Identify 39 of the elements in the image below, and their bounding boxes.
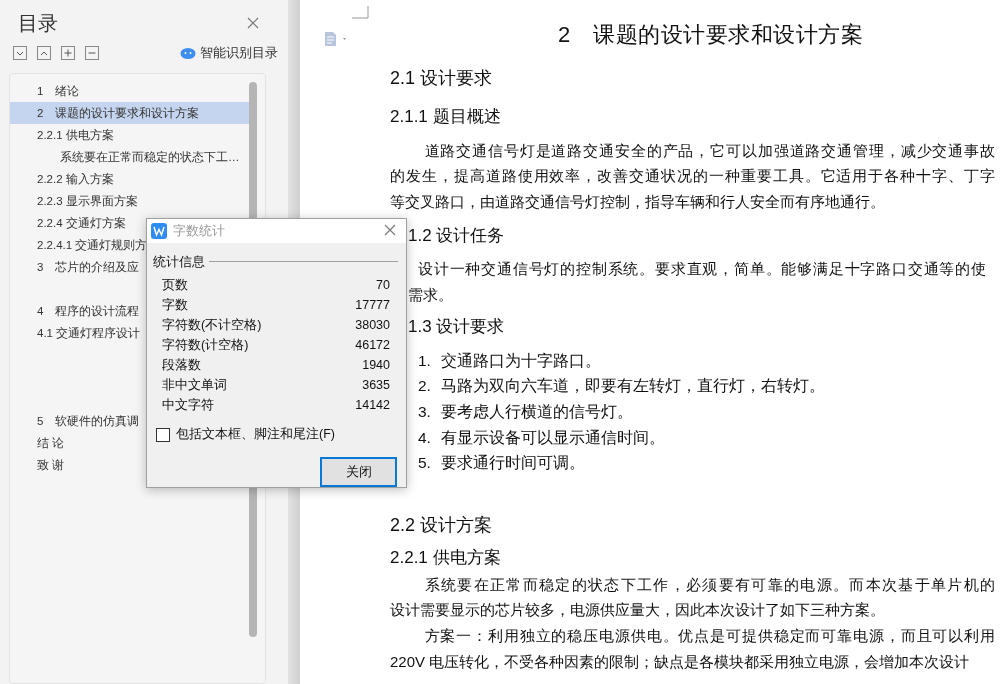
stat-label: 中文字符 (162, 397, 214, 415)
panel-title: 目录 (17, 11, 58, 36)
stat-value: 3635 (362, 377, 390, 395)
list-item-text: 交通路口为十字路口。 (440, 350, 601, 371)
list-number: 1. (418, 350, 431, 371)
stat-value: 17777 (355, 297, 390, 315)
list-item-text: 马路为双向六车道，即要有左转灯，直行灯，右转灯。 (440, 376, 825, 397)
list-item-text: 要求通行时间可调。 (440, 453, 585, 474)
stat-value: 70 (376, 277, 390, 295)
stat-value: 38030 (355, 317, 390, 335)
paragraph: 系统要在正常而稳定的状态下工作，必须要有可靠的电源。而本次基于单片机的 设计需要显示的芯片较多，电源供应量大，因此本次设计了如下三种方案。 (390, 574, 995, 621)
stat-value: 46172 (355, 337, 390, 355)
paragraph: 道路交通信号灯是道路交通安全的产品，它可以加强道路交通管理，减少交通事故 的发生，提高道路使用效率，改善交通状况的一种重要工具。它适用于各种十字、丁字 等交叉路口，由道路交通信号灯控制，指导车辆和行人安全而有序地通行。 (390, 140, 995, 212)
stat-label: 段落数 (162, 357, 201, 375)
subsection-heading: 2.2.1 供电方案 (390, 547, 502, 570)
subsection-heading: 1.2 设计任务 (408, 224, 506, 247)
subsection-heading: 1.3 设计要求 (408, 316, 506, 339)
list-number: 2. (418, 376, 431, 397)
stat-value: 1940 (362, 357, 390, 375)
stat-label: 字符数(不计空格) (162, 317, 262, 335)
stat-label: 字数 (162, 297, 188, 315)
list-number: 5. (418, 453, 431, 474)
stat-label: 字符数(计空格) (162, 337, 249, 355)
stat-label: 非中文单词 (162, 377, 227, 395)
stat-label: 页数 (162, 277, 188, 295)
list-item-text: 有显示设备可以显示通信时间。 (440, 427, 665, 448)
subsection-heading: 2.1.1 题目概述 (390, 106, 502, 128)
text-line: 设计一种交通信号灯的控制系统。要求直观，简单。能够满足十字路口交通等的使 (417, 259, 986, 280)
section-heading: 2.1 设计要求 (390, 67, 494, 90)
dialog-title: 字数统计 (173, 222, 226, 241)
text-line: 需求。 (408, 285, 454, 306)
group-label: 统计信息 (153, 252, 205, 271)
section-heading: 2.2 设计方案 (390, 514, 494, 538)
stat-value: 14142 (355, 397, 390, 415)
paragraph: 方案一：利用独立的稳压电源供电。优点是可提供稳定而可靠电源，而且可以利用 220V 电压转化，不受各种因素的限制；缺点是各模块都采用独立电源，会增加本次设计 (390, 626, 995, 672)
chapter-title: 2 课题的设计要求和设计方案 (556, 21, 865, 49)
list-number: 4. (418, 427, 431, 448)
list-item-text: 要考虑人行横道的信号灯。 (440, 402, 633, 422)
list-number: 3. (418, 402, 431, 422)
